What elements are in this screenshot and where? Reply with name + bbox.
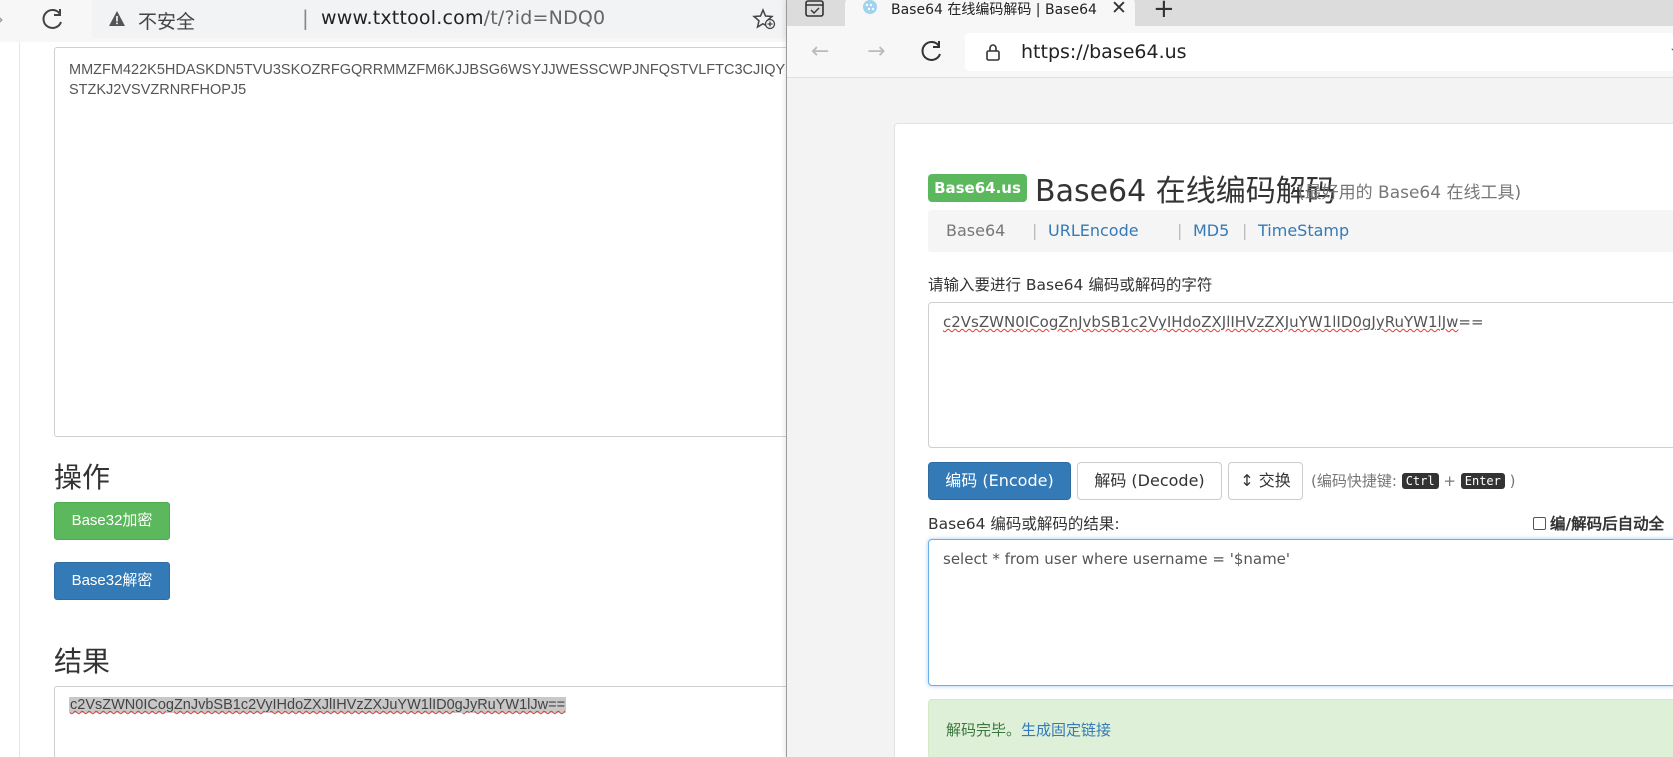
nav-divider: |: [1177, 221, 1183, 240]
lock-icon: [986, 44, 1000, 61]
tab-actions-icon[interactable]: [803, 0, 827, 19]
output-label: Base64 编码或解码的结果:: [928, 515, 1120, 533]
base64-input-main: c2VsZWN0ICogZnJvbSB1c2VyIHdoZXJlIHVzZXJu…: [943, 313, 1459, 331]
right-url: https://base64.us: [1021, 41, 1187, 63]
base32-input-textarea[interactable]: MMZFM422K5HDASKDN5TVU3SKOZRFGQRRMMZFM6KJ…: [54, 47, 786, 437]
base32-decrypt-button[interactable]: Base32解密: [54, 562, 170, 600]
auto-select-label: 编/解码后自动全: [1550, 515, 1665, 533]
forward-icon[interactable]: →: [867, 39, 885, 64]
tab-title: Base64 在线编码解码 | Base64 加: [891, 2, 1099, 18]
decode-button[interactable]: 解码 (Decode): [1077, 462, 1222, 500]
operations-heading: 操作: [54, 461, 111, 494]
nav-link-md5[interactable]: MD5: [1193, 221, 1229, 240]
new-tab-icon[interactable]: +: [1153, 0, 1175, 24]
page-subtitle: (最好用的 Base64 在线工具): [1298, 183, 1522, 203]
base32-input-text: MMZFM422K5HDASKDN5TVU3SKOZRFGQRRMMZFM6KJ…: [69, 62, 786, 98]
base32-encrypt-button[interactable]: Base32加密: [54, 502, 170, 540]
right-address-bar[interactable]: https://base64.us: [965, 33, 1673, 71]
checkbox-icon[interactable]: [1533, 517, 1546, 530]
base64-output-text: select * from user where username = '$na…: [943, 550, 1291, 568]
brand-badge[interactable]: Base64.us: [928, 174, 1027, 202]
nav-breadcrumb: Base64 | URLEncode | MD5 | TimeStamp: [928, 210, 1673, 252]
close-icon[interactable]: ✕: [1111, 0, 1127, 19]
left-url: www.txttool.com/t/?id=NDQ0: [321, 7, 605, 29]
favicon-icon: [863, 0, 877, 14]
result-selected-text: c2VsZWN0ICogZnJvbSB1c2VyIHdoZXJlIHVzZXJu…: [69, 697, 567, 713]
left-browser-toolbar: › 不安全 | www.txttool.com/t/?id=NDQ0: [0, 0, 786, 42]
left-url-path: /t/?id=NDQ0: [483, 7, 606, 29]
result-heading: 结果: [54, 645, 111, 678]
tab-strip: Base64 在线编码解码 | Base64 加 ✕ +: [787, 0, 1673, 26]
base64-input-tail: ==: [1458, 313, 1484, 331]
success-alert: 解码完毕。生成固定链接: [928, 699, 1673, 757]
favorite-add-icon[interactable]: [752, 8, 776, 30]
reload-icon[interactable]: [919, 38, 945, 64]
result-textarea[interactable]: c2VsZWN0ICogZnJvbSB1c2VyIHdoZXJlIHVzZXJu…: [54, 686, 786, 757]
encode-button[interactable]: 编码 (Encode): [928, 462, 1071, 500]
key-enter: Enter: [1460, 473, 1505, 489]
alert-message: 解码完毕。生成固定链接: [946, 719, 1111, 740]
left-sidebar-divider: [19, 42, 20, 757]
address-separator: |: [302, 6, 309, 30]
left-browser-window: › 不安全 | www.txttool.com/t/?id=NDQ0 MMZFM…: [0, 0, 786, 757]
input-label: 请输入要进行 Base64 编码或解码的字符: [928, 276, 1213, 294]
key-plus: +: [1443, 472, 1456, 490]
forward-icon[interactable]: ›: [0, 8, 18, 30]
tab-base64[interactable]: Base64 在线编码解码 | Base64 加 ✕: [845, 0, 1135, 26]
nav-link-timestamp[interactable]: TimeStamp: [1258, 221, 1349, 240]
alert-text: 解码完毕。: [946, 721, 1022, 739]
key-ctrl: Ctrl: [1401, 473, 1439, 489]
page-title: Base64 在线编码解码: [1035, 174, 1336, 209]
right-browser-toolbar: ← → https://base64.us: [787, 26, 1673, 78]
left-address-bar[interactable]: 不安全 | www.txttool.com/t/?id=NDQ0: [92, 0, 786, 38]
permalink-link[interactable]: 生成固定链接: [1021, 721, 1111, 739]
nav-item-base64: Base64: [946, 221, 1006, 240]
base64-output-textarea[interactable]: select * from user where username = '$na…: [928, 539, 1673, 686]
reload-icon[interactable]: [40, 6, 66, 32]
back-icon[interactable]: ←: [811, 39, 829, 64]
shortcut-hint: (编码快捷键: Ctrl + Enter ): [1311, 470, 1516, 491]
nav-divider: |: [1242, 221, 1248, 240]
warning-icon: [109, 11, 125, 26]
hint-suffix: ): [1509, 472, 1516, 490]
auto-select-checkbox[interactable]: 编/解码后自动全: [1533, 512, 1664, 534]
hint-prefix: (编码快捷键:: [1311, 472, 1397, 490]
nav-divider: |: [1032, 221, 1038, 240]
swap-button[interactable]: ↕ 交换: [1228, 462, 1303, 500]
right-browser-window: Base64 在线编码解码 | Base64 加 ✕ + ← → https:/…: [786, 0, 1673, 757]
nav-link-urlencode[interactable]: URLEncode: [1048, 221, 1139, 240]
insecure-label: 不安全: [138, 11, 196, 33]
left-url-host: www.txttool.com: [321, 7, 484, 29]
base64-input-text: c2VsZWN0ICogZnJvbSB1c2VyIHdoZXJlIHVzZXJu…: [943, 313, 1484, 331]
base64-input-textarea[interactable]: c2VsZWN0ICogZnJvbSB1c2VyIHdoZXJlIHVzZXJu…: [928, 302, 1673, 448]
